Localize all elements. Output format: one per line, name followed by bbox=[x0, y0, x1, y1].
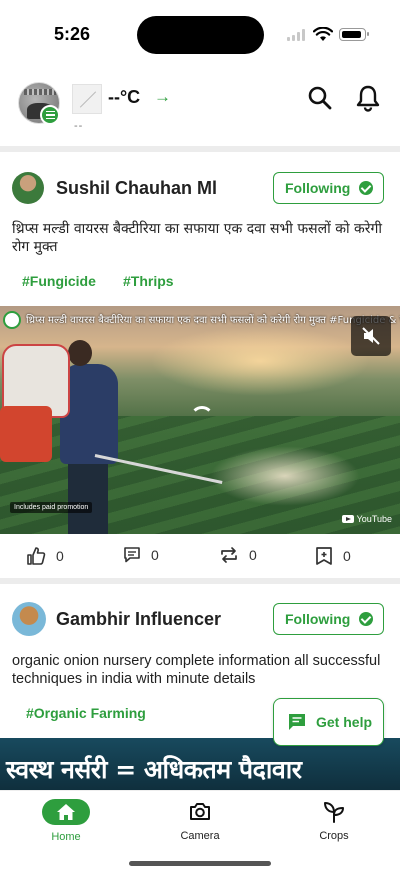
hashtag[interactable]: #Organic Farming bbox=[26, 705, 146, 721]
wifi-icon bbox=[313, 27, 333, 41]
video-spray-mist bbox=[210, 446, 360, 506]
nav-crops[interactable]: Crops bbox=[294, 799, 374, 842]
arrow-right-icon[interactable]: → bbox=[154, 87, 171, 107]
nav-home-label: Home bbox=[51, 831, 81, 843]
nav-camera[interactable]: Camera bbox=[160, 799, 240, 842]
weather-icon[interactable] bbox=[72, 84, 102, 114]
youtube-logo[interactable]: YouTube bbox=[341, 514, 392, 524]
sprout-icon bbox=[324, 802, 344, 823]
post-actions: 0 0 0 0 bbox=[0, 534, 400, 578]
author-name[interactable]: Sushil Chauhan Ml bbox=[56, 178, 217, 199]
video-sky bbox=[150, 326, 370, 396]
get-help-label: Get help bbox=[316, 714, 373, 730]
menu-icon[interactable] bbox=[40, 105, 60, 125]
home-icon bbox=[42, 799, 90, 825]
repost-icon bbox=[221, 547, 237, 563]
mute-button[interactable] bbox=[351, 316, 391, 356]
check-circle-icon bbox=[359, 181, 373, 195]
nav-crops-label: Crops bbox=[319, 830, 349, 842]
nav-camera-label: Camera bbox=[180, 830, 220, 842]
channel-logo-icon bbox=[3, 311, 21, 329]
save-count: 0 bbox=[343, 548, 351, 564]
video-sprayer-engine bbox=[0, 406, 52, 462]
app-screen: 5:26 --°C → -- Sushil Chauhan Ml Followi… bbox=[0, 0, 400, 880]
following-label: Following bbox=[285, 611, 351, 627]
author-avatar[interactable] bbox=[12, 172, 44, 204]
comment-count: 0 bbox=[151, 547, 159, 563]
nav-home[interactable]: Home bbox=[26, 799, 106, 843]
hashtag[interactable]: #Fungicide bbox=[22, 273, 96, 289]
loading-spinner-icon bbox=[190, 406, 214, 430]
check-circle-icon bbox=[359, 612, 373, 626]
app-header: --°C → -- bbox=[0, 60, 400, 146]
like-button[interactable]: 0 bbox=[26, 546, 64, 566]
comment-icon bbox=[124, 547, 140, 563]
banner-text: स्वस्थ नर्सरी = अधिकतम पैदावार bbox=[6, 755, 302, 784]
hashtag[interactable]: #Thrips bbox=[123, 273, 174, 289]
post-text: organic onion nursery complete informati… bbox=[12, 653, 381, 687]
temperature-value[interactable]: --°C bbox=[108, 87, 140, 108]
camera-icon bbox=[190, 803, 210, 820]
video-player[interactable]: थ्रिप्स मल्डी वायरस बैक्टीरिया का सफाया … bbox=[0, 306, 400, 534]
status-time: 5:26 bbox=[54, 24, 91, 44]
thumbs-up-icon bbox=[27, 547, 46, 565]
post-text: थ्रिप्स मल्डी वायरस बैक्टीरिया का सफाया … bbox=[12, 221, 383, 255]
home-indicator[interactable] bbox=[129, 861, 271, 866]
share-button[interactable]: 0 bbox=[219, 546, 257, 564]
status-bar: 5:26 bbox=[0, 0, 400, 60]
youtube-play-icon bbox=[341, 515, 354, 523]
battery-icon bbox=[339, 28, 369, 41]
like-count: 0 bbox=[56, 548, 64, 564]
bottom-navigation: Home Camera Crops bbox=[0, 790, 400, 880]
chat-icon bbox=[289, 714, 305, 730]
search-icon[interactable] bbox=[306, 84, 334, 112]
get-help-button[interactable]: Get help bbox=[273, 698, 384, 746]
author-avatar[interactable] bbox=[12, 602, 46, 636]
comment-button[interactable]: 0 bbox=[123, 546, 159, 564]
share-count: 0 bbox=[249, 547, 257, 563]
author-name[interactable]: Gambhir Influencer bbox=[56, 609, 221, 630]
mute-icon bbox=[362, 327, 380, 345]
save-button[interactable]: 0 bbox=[315, 546, 351, 566]
video-title[interactable]: थ्रिप्स मल्डी वायरस बैक्टीरिया का सफाया … bbox=[26, 312, 400, 326]
youtube-label: YouTube bbox=[356, 514, 392, 524]
bookmark-add-icon bbox=[316, 547, 332, 565]
paid-promotion-label: Includes paid promotion bbox=[10, 502, 93, 513]
following-button[interactable]: Following bbox=[273, 603, 384, 635]
dynamic-island bbox=[137, 16, 264, 54]
temperature-subtext: -- bbox=[74, 120, 84, 132]
following-label: Following bbox=[285, 180, 351, 196]
signal-icon bbox=[287, 29, 307, 41]
bell-icon[interactable] bbox=[354, 84, 382, 112]
following-button[interactable]: Following bbox=[273, 172, 384, 204]
